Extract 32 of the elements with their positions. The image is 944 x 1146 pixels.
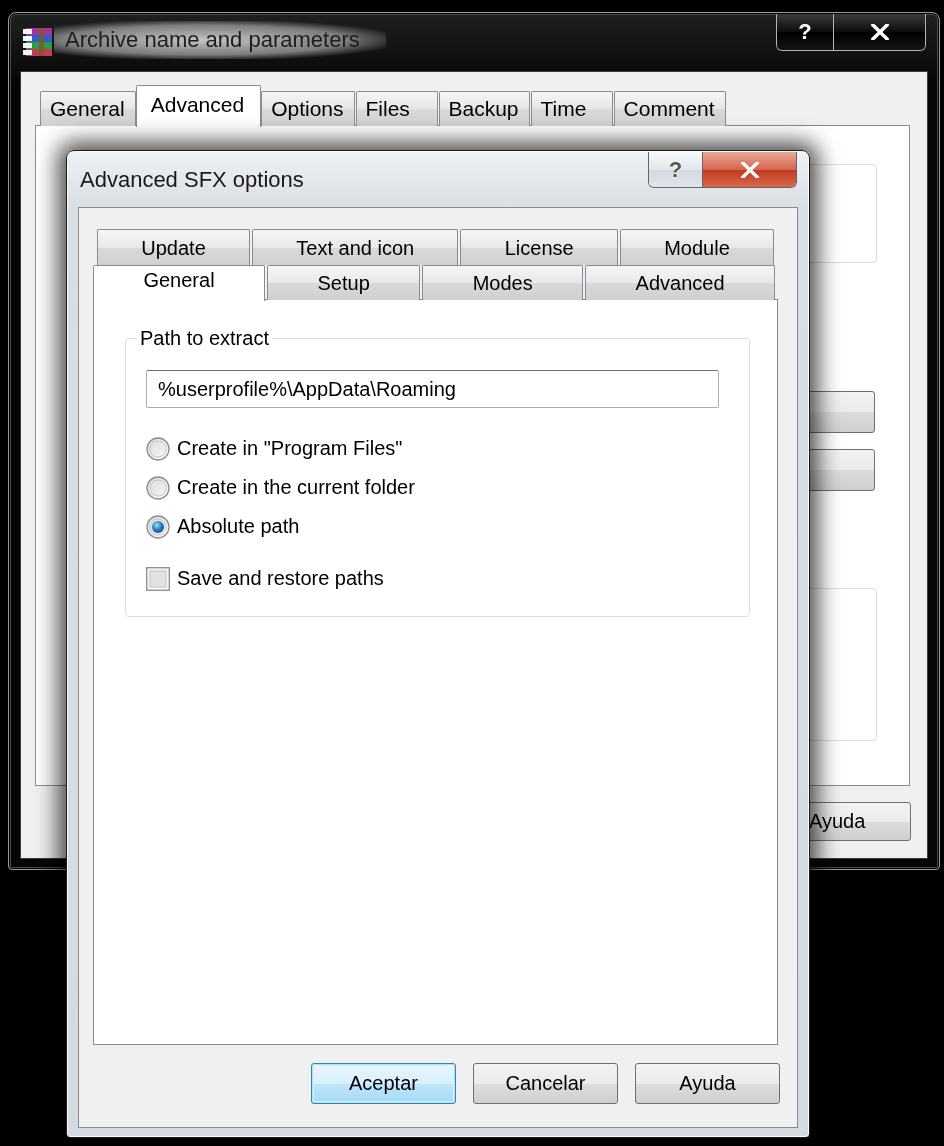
tab[interactable]: Setup — [267, 265, 421, 300]
tab[interactable]: License — [460, 229, 618, 265]
close-button[interactable] — [834, 14, 925, 50]
path-field[interactable]: %userprofile%\AppData\Roaming — [146, 370, 719, 408]
tab[interactable]: Time — [530, 91, 613, 126]
tab[interactable]: Backup — [438, 91, 530, 126]
close-icon — [870, 24, 889, 40]
window-title: Archive name and parameters — [54, 21, 386, 59]
radio-option[interactable]: Absolute path — [146, 507, 300, 546]
tab[interactable]: Modes — [422, 265, 584, 300]
tab[interactable]: Files — [355, 91, 438, 126]
tab[interactable]: Update — [97, 229, 251, 265]
close-icon — [739, 161, 760, 178]
dialog-title: Advanced SFX options — [80, 166, 304, 193]
tab[interactable]: General — [93, 265, 266, 301]
tab[interactable]: General — [40, 91, 136, 126]
radio-option[interactable]: Create in "Program Files" — [146, 429, 403, 468]
radio-option[interactable]: Create in the current folder — [146, 468, 415, 507]
tab[interactable]: Module — [619, 229, 775, 265]
help-button[interactable]: ? — [649, 152, 703, 187]
tab[interactable]: Advanced — [585, 265, 775, 300]
tab[interactable]: Text and icon — [252, 229, 459, 265]
tab[interactable]: Advanced — [135, 85, 262, 127]
tab[interactable]: Comment — [613, 91, 726, 126]
group-label: Path to extract — [139, 327, 270, 350]
help-button[interactable]: ? — [777, 14, 834, 50]
tab[interactable]: Options — [261, 91, 355, 126]
dialog-button[interactable]: Aceptar — [311, 1063, 456, 1104]
dialog-button[interactable]: Ayuda — [635, 1063, 780, 1104]
dialog-button[interactable]: Cancelar — [473, 1063, 618, 1104]
checkbox-option[interactable]: Save and restore paths — [146, 559, 384, 598]
books-icon — [22, 26, 54, 58]
